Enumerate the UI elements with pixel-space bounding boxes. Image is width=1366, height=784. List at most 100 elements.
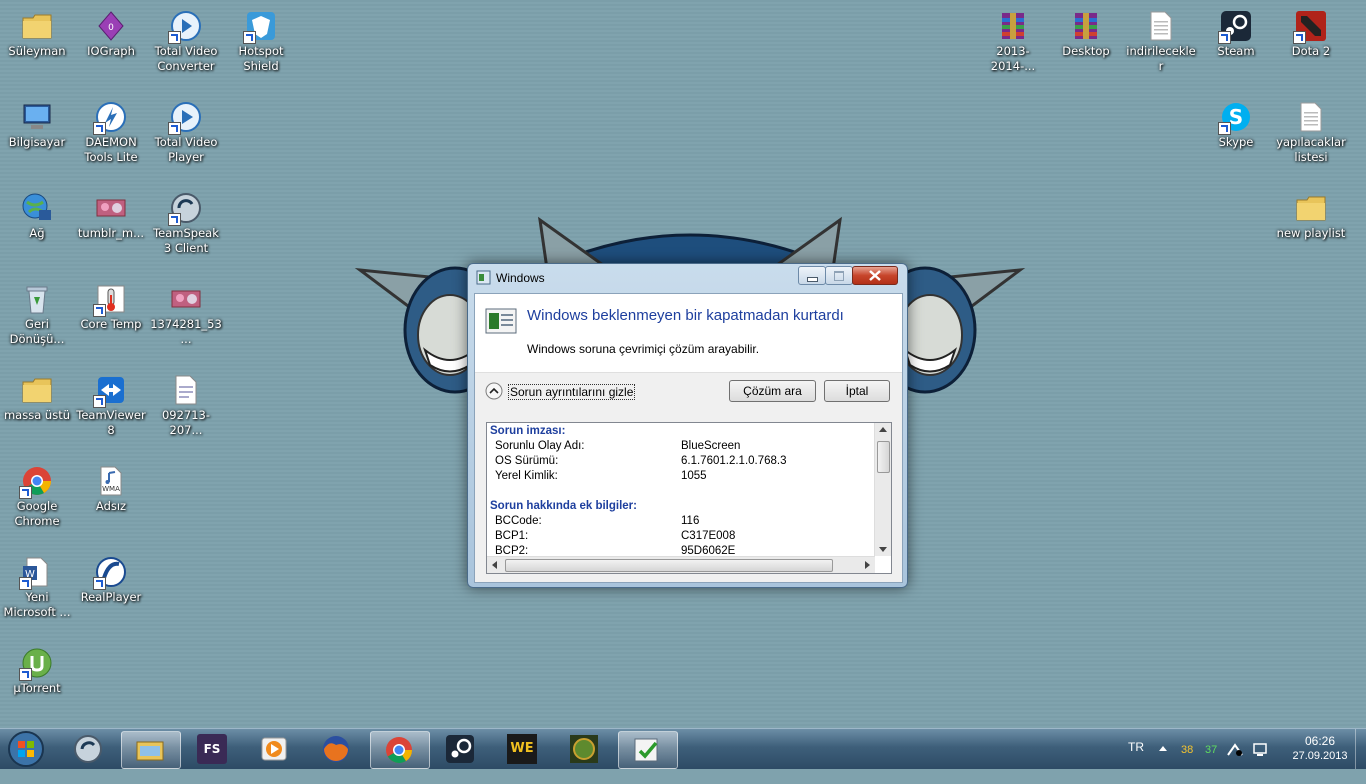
steam-icon (1218, 10, 1252, 44)
desktop-icon-label: Desktop (1062, 44, 1110, 58)
taskbar-chrome[interactable] (370, 731, 430, 769)
svg-text:0: 0 (108, 23, 114, 33)
detail-key: Sorunlu Olay Adı: (495, 440, 585, 452)
desktop-icon-massa-ustu[interactable]: massa üstü (0, 368, 74, 454)
desktop-icon-archive-2013[interactable]: 2013-2014-... (976, 4, 1050, 90)
windows-recovery-dialog: Windows Windows beklenmeyen bir kapatmad… (467, 263, 908, 588)
language-indicator[interactable]: TR (1128, 740, 1144, 780)
desktop-icon-teamspeak[interactable]: TeamSpeak 3 Client (149, 186, 223, 272)
cancel-button[interactable]: İptal (824, 380, 890, 402)
dialog-body: Windows beklenmeyen bir kapatmadan kurta… (474, 293, 903, 583)
problem-details-box[interactable]: Sorun imzası: Sorunlu Olay Adı: BlueScre… (486, 422, 892, 574)
detail-value: C317E008 (681, 530, 736, 542)
detail-key: BCP1: (495, 530, 529, 542)
horizontal-scrollbar[interactable] (487, 556, 875, 573)
desktop-icon-iograph[interactable]: 0 IOGraph (74, 4, 148, 90)
desktop-icon-adsiz[interactable]: WMA Adsız (74, 459, 148, 545)
hscroll-thumb[interactable] (505, 559, 833, 572)
desktop-icon-new-playlist[interactable]: new playlist (1274, 186, 1348, 272)
desktop-icon-yeni-microsoft[interactable]: W Yeni Microsoft ... (0, 550, 74, 636)
maximize-button[interactable] (825, 266, 853, 285)
start-button[interactable] (5, 730, 47, 768)
detail-value: BlueScreen (681, 440, 741, 452)
problem-reports-icon (634, 738, 658, 762)
vertical-scrollbar[interactable] (874, 423, 891, 556)
close-button[interactable] (852, 266, 898, 285)
action-center-icon[interactable] (1252, 741, 1268, 781)
desktop-icon-label: TeamViewer 8 (76, 408, 146, 437)
solve-button[interactable]: Çözüm ara (729, 380, 816, 402)
desktop-icon-img-1374281[interactable]: 1374281_53... (149, 277, 223, 363)
taskbar-media-player[interactable] (246, 731, 304, 767)
skype-icon: S (1218, 101, 1252, 135)
dialog-header-area: Windows beklenmeyen bir kapatmadan kurta… (475, 294, 902, 373)
desktop-icon-total-video-player[interactable]: Total Video Player (149, 95, 223, 181)
desktop-icon-daemon-tools[interactable]: DAEMON Tools Lite (74, 95, 148, 181)
shortcut-arrow-icon (93, 577, 106, 590)
desktop-icon-label: Bilgisayar (8, 135, 66, 149)
windows-dialog-icon (476, 270, 491, 285)
shortcut-arrow-icon (243, 31, 256, 44)
taskbar-firefox[interactable] (308, 731, 366, 767)
taskbar-teamspeak[interactable] (60, 731, 118, 767)
maximize-icon (834, 271, 844, 281)
cpu-temp-1[interactable]: 38 (1181, 744, 1193, 784)
taskbar-warcraft[interactable] (556, 731, 614, 767)
network-tray-icon[interactable] (1226, 741, 1244, 781)
toggle-details-label: Sorun ayrıntılarını gizle (508, 384, 636, 400)
detail-key: OS Sürümü: (495, 455, 559, 467)
show-hidden-icons-button[interactable] (1159, 746, 1167, 751)
we-icon: WE (507, 734, 537, 764)
desktop-icon-desktop-rar[interactable]: Desktop (1049, 4, 1123, 90)
firefox-icon (323, 736, 349, 762)
desktop-icon-total-video-converter[interactable]: Total Video Converter (149, 4, 223, 90)
signature-title: Sorun imzası: (490, 425, 566, 437)
desktop-icon-core-temp[interactable]: Core Temp (74, 277, 148, 363)
dialog-title: Windows (496, 271, 545, 285)
desktop-icon-google-chrome[interactable]: Google Chrome (0, 459, 74, 545)
desktop-icon-doc-092713[interactable]: 092713-207... (149, 368, 223, 454)
taskbar-we[interactable]: WE (494, 731, 552, 767)
utorrent-icon (19, 647, 53, 681)
taskbar-explorer[interactable] (121, 731, 181, 769)
shortcut-arrow-icon (93, 122, 106, 135)
recycle-bin-icon (21, 283, 53, 315)
desktop-icon-label: Steam (1217, 44, 1255, 58)
svg-text:WMA: WMA (102, 485, 120, 493)
desktop-icon-label: Core Temp (80, 317, 142, 331)
taskbar-fs[interactable]: FS (184, 731, 242, 767)
cpu-temp-2[interactable]: 37 (1205, 744, 1217, 784)
desktop-icon-steam[interactable]: Steam (1199, 4, 1273, 90)
desktop-icon-suleyman[interactable]: Süleyman (0, 4, 74, 90)
desktop-icon-teamviewer[interactable]: TeamViewer 8 (74, 368, 148, 454)
daemon-icon (93, 101, 127, 135)
image-icon (95, 192, 127, 224)
desktop-icon-yapilacaklar[interactable]: yapılacaklar listesi (1274, 95, 1348, 181)
taskbar-steam[interactable] (432, 731, 490, 767)
desktop-icon-indirilecekler[interactable]: indirilecekler (1124, 4, 1198, 90)
clock[interactable]: 06:26 27.09.2013 (1283, 734, 1357, 774)
dota-icon (1293, 10, 1327, 44)
desktop-icon-recycle-bin[interactable]: Geri Dönüşü... (0, 277, 74, 363)
desktop-icon-dota2[interactable]: Dota 2 (1274, 4, 1348, 90)
desktop-icon-realplayer[interactable]: RealPlayer (74, 550, 148, 636)
desktop-icon-utorrent[interactable]: µTorrent (0, 641, 74, 727)
desktop-icon-tumblr[interactable]: tumblr_m... (74, 186, 148, 272)
shortcut-arrow-icon (1293, 31, 1306, 44)
warcraft-icon (570, 735, 598, 763)
chrome-icon (19, 465, 53, 499)
show-desktop-button[interactable] (1355, 729, 1366, 769)
taskbar-problem-reports[interactable] (618, 731, 678, 769)
desktop-icon-bilgisayar[interactable]: Bilgisayar (0, 95, 74, 181)
desktop-icon-label: Ağ (29, 226, 45, 240)
rar-icon (997, 10, 1029, 42)
fs-icon: FS (197, 734, 227, 764)
desktop-icon-label: Yeni Microsoft ... (3, 590, 71, 619)
minimize-button[interactable] (798, 266, 826, 285)
scroll-thumb[interactable] (877, 441, 890, 473)
converter-icon (168, 10, 202, 44)
desktop-icon-ag[interactable]: Ağ (0, 186, 74, 272)
desktop-icon-skype[interactable]: S Skype (1199, 95, 1273, 181)
shortcut-arrow-icon (19, 577, 32, 590)
desktop-icon-hotspot-shield[interactable]: Hotspot Shield (224, 4, 298, 90)
